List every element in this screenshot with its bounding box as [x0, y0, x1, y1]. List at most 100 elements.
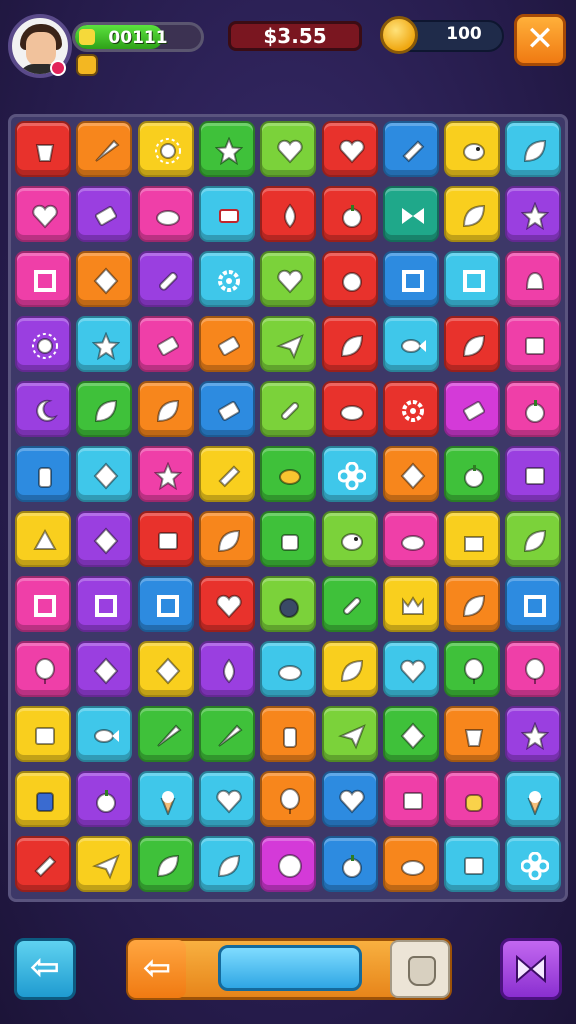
tile[interactable]: [321, 706, 378, 762]
tile[interactable]: [321, 641, 378, 697]
close-button[interactable]: ✕: [514, 14, 566, 66]
tile[interactable]: [198, 316, 255, 372]
tile[interactable]: [15, 641, 71, 697]
tile[interactable]: [260, 511, 317, 567]
tile[interactable]: [382, 251, 439, 307]
tile[interactable]: [198, 576, 255, 632]
tile[interactable]: [260, 771, 317, 827]
tile[interactable]: [505, 381, 562, 437]
tile[interactable]: [76, 251, 133, 307]
undo-button[interactable]: ⇦: [128, 940, 186, 998]
tile[interactable]: [260, 251, 317, 307]
tile[interactable]: [137, 771, 194, 827]
tile[interactable]: [321, 121, 378, 177]
tile[interactable]: [382, 186, 439, 242]
tile[interactable]: [260, 381, 317, 437]
tile[interactable]: [444, 446, 501, 502]
tile[interactable]: [444, 381, 501, 437]
tile[interactable]: [137, 446, 194, 502]
tile[interactable]: [260, 316, 317, 372]
tile[interactable]: [198, 381, 255, 437]
tile[interactable]: [76, 186, 133, 242]
tile[interactable]: [444, 836, 501, 892]
tile[interactable]: [321, 316, 378, 372]
shuffle-button[interactable]: [500, 938, 562, 1000]
tile[interactable]: [76, 446, 133, 502]
tile[interactable]: [76, 771, 133, 827]
tile[interactable]: [505, 446, 562, 502]
tile[interactable]: [198, 706, 255, 762]
tile[interactable]: [382, 836, 439, 892]
tile[interactable]: [382, 511, 439, 567]
tile[interactable]: [444, 771, 501, 827]
tile[interactable]: [137, 381, 194, 437]
tile[interactable]: [260, 576, 317, 632]
tile[interactable]: [76, 381, 133, 437]
tile[interactable]: [76, 576, 133, 632]
tile[interactable]: [198, 771, 255, 827]
tile[interactable]: [198, 641, 255, 697]
tile[interactable]: [76, 511, 133, 567]
tile[interactable]: [15, 836, 71, 892]
tile[interactable]: [444, 706, 501, 762]
tile[interactable]: [137, 641, 194, 697]
tile[interactable]: [137, 121, 194, 177]
tile[interactable]: [260, 446, 317, 502]
tile[interactable]: [15, 771, 71, 827]
tile[interactable]: [382, 446, 439, 502]
tile[interactable]: [321, 511, 378, 567]
tile[interactable]: [382, 121, 439, 177]
tile[interactable]: [321, 251, 378, 307]
tile[interactable]: [321, 576, 378, 632]
tile[interactable]: [382, 316, 439, 372]
tile[interactable]: [76, 836, 133, 892]
tile[interactable]: [15, 316, 71, 372]
tile[interactable]: [382, 771, 439, 827]
tile[interactable]: [260, 641, 317, 697]
tile[interactable]: [15, 706, 71, 762]
tile[interactable]: [505, 511, 562, 567]
tile[interactable]: [76, 316, 133, 372]
tile[interactable]: [382, 381, 439, 437]
tile[interactable]: [137, 576, 194, 632]
back-button[interactable]: ⇦: [14, 938, 76, 1000]
tile[interactable]: [15, 576, 71, 632]
tile[interactable]: [321, 446, 378, 502]
tile[interactable]: [137, 836, 194, 892]
tile[interactable]: [137, 511, 194, 567]
tile[interactable]: [198, 511, 255, 567]
tile[interactable]: [15, 381, 71, 437]
tile[interactable]: [444, 316, 501, 372]
tile[interactable]: [198, 121, 255, 177]
tile[interactable]: [505, 121, 562, 177]
tile[interactable]: [505, 576, 562, 632]
hint-button[interactable]: [390, 940, 450, 998]
tile[interactable]: [505, 706, 562, 762]
tile[interactable]: [76, 641, 133, 697]
tile[interactable]: [444, 186, 501, 242]
tile[interactable]: [444, 251, 501, 307]
tile[interactable]: [15, 186, 71, 242]
tile[interactable]: [321, 771, 378, 827]
tile[interactable]: [15, 446, 71, 502]
tile[interactable]: [321, 381, 378, 437]
tile[interactable]: [382, 576, 439, 632]
tile[interactable]: [444, 641, 501, 697]
tile[interactable]: [260, 121, 317, 177]
tile[interactable]: [137, 251, 194, 307]
tile[interactable]: [260, 186, 317, 242]
tile[interactable]: [444, 511, 501, 567]
tile[interactable]: [505, 316, 562, 372]
tile[interactable]: [505, 186, 562, 242]
tile[interactable]: [260, 706, 317, 762]
tile[interactable]: [260, 836, 317, 892]
tile[interactable]: [15, 251, 71, 307]
tile[interactable]: [382, 641, 439, 697]
tile[interactable]: [505, 836, 562, 892]
tile[interactable]: [505, 771, 562, 827]
tile[interactable]: [137, 706, 194, 762]
tile[interactable]: [505, 251, 562, 307]
tile[interactable]: [15, 511, 71, 567]
tile[interactable]: [198, 186, 255, 242]
tile[interactable]: [137, 186, 194, 242]
